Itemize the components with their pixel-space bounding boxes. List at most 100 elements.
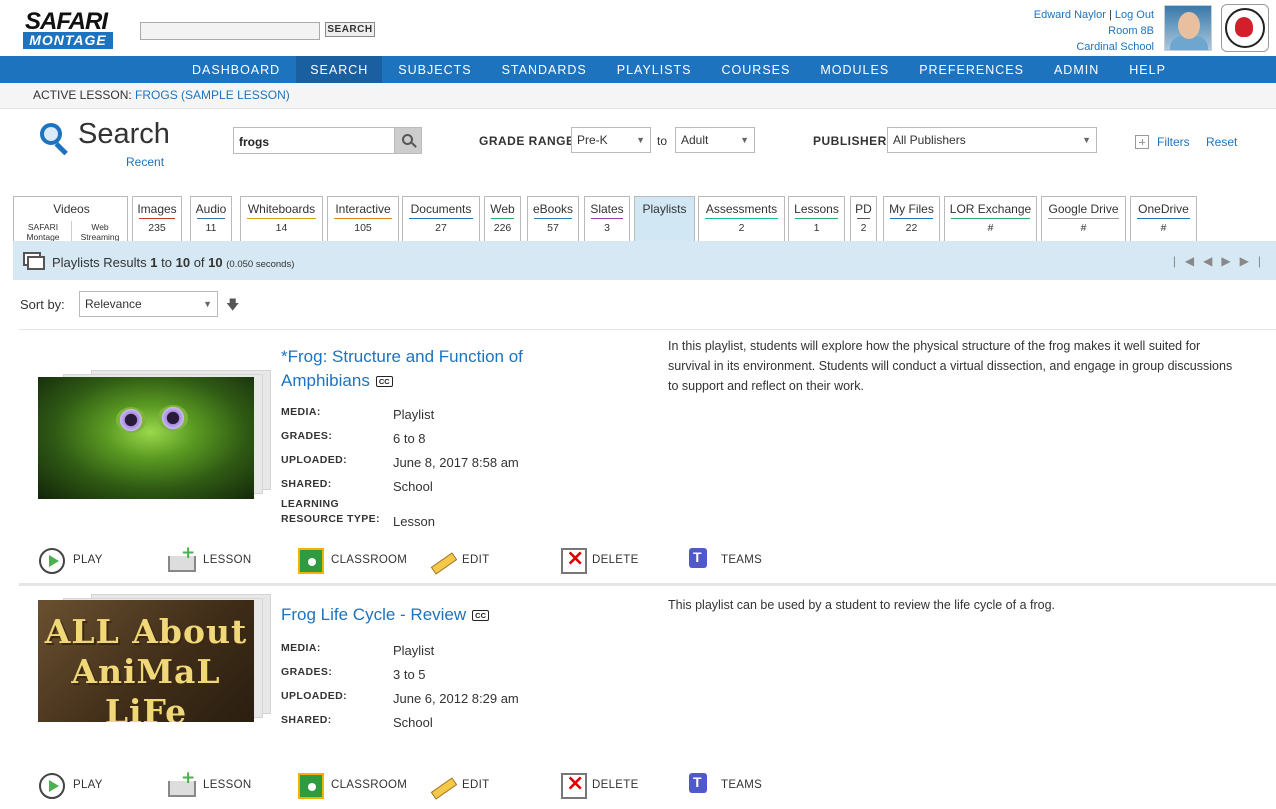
nav-standards[interactable]: STANDARDS xyxy=(488,56,601,83)
publisher-select[interactable]: All Publishers ▼ xyxy=(887,127,1097,153)
tab-web[interactable]: Web 226 xyxy=(484,196,521,241)
nav-modules[interactable]: MODULES xyxy=(806,56,903,83)
grade-to-select[interactable]: Adult ▼ xyxy=(675,127,755,153)
play-action[interactable]: PLAY xyxy=(39,773,143,801)
result-thumbnail[interactable]: ALL AboutAniMaLLiFe CycLes xyxy=(38,600,254,722)
teams-icon xyxy=(689,773,707,793)
lesson-action[interactable]: LESSON xyxy=(168,543,273,576)
user-links-separator: | xyxy=(1108,9,1112,21)
tab-underline xyxy=(951,218,1030,219)
chevron-down-icon: ▼ xyxy=(636,135,645,145)
play-action[interactable]: PLAY xyxy=(39,548,143,576)
tab-ebooks[interactable]: eBooks 57 xyxy=(527,196,579,241)
tab-underline xyxy=(591,218,623,219)
meta-value: 3 to 5 xyxy=(393,667,426,682)
search-input[interactable]: frogs xyxy=(233,127,395,154)
tab-onedrive[interactable]: OneDrive # xyxy=(1130,196,1197,241)
recent-link[interactable]: Recent xyxy=(126,155,164,169)
nav-playlists[interactable]: PLAYLISTS xyxy=(603,56,706,83)
tab-lor-exchange[interactable]: LOR Exchange # xyxy=(944,196,1037,241)
filters-toggle[interactable]: Filters xyxy=(1135,135,1190,149)
reset-link[interactable]: Reset xyxy=(1206,135,1237,149)
grade-from-select[interactable]: Pre-K ▼ xyxy=(571,127,651,153)
sort-direction-icon[interactable]: 🡇 xyxy=(226,296,239,318)
tab-audio[interactable]: Audio 11 xyxy=(190,196,232,241)
classroom-action[interactable]: CLASSROOM xyxy=(298,773,407,801)
tab-count: 226 xyxy=(493,222,512,234)
tab-count: 2 xyxy=(738,222,745,234)
user-name-link[interactable]: Edward Naylor xyxy=(1034,9,1106,21)
thumbnail-caption: AniMaL xyxy=(71,652,221,691)
nav-preferences[interactable]: PREFERENCES xyxy=(905,56,1038,83)
meta-label: GRADES: xyxy=(281,666,333,678)
delete-action[interactable]: DELETE xyxy=(561,546,662,576)
tab-lessons[interactable]: Lessons 1 xyxy=(788,196,845,241)
tab-count: # xyxy=(1160,222,1167,234)
tab-count: # xyxy=(1080,222,1087,234)
tab-slates[interactable]: Slates 3 xyxy=(584,196,630,241)
chevron-down-icon: ▼ xyxy=(203,299,212,309)
first-page-icon[interactable]: |◀ xyxy=(1173,254,1203,268)
edit-icon xyxy=(429,773,455,799)
pager: |◀◀▶▶| xyxy=(1173,254,1270,268)
logout-link[interactable]: Log Out xyxy=(1115,9,1154,21)
lesson-icon xyxy=(168,543,196,574)
tab-documents[interactable]: Documents 27 xyxy=(402,196,480,241)
tab-my-files[interactable]: My Files 22 xyxy=(883,196,940,241)
lesson-action[interactable]: LESSON xyxy=(168,768,273,801)
school-link[interactable]: Cardinal School xyxy=(1034,39,1154,55)
classroom-action[interactable]: CLASSROOM xyxy=(298,548,407,576)
tab-label: Interactive xyxy=(335,202,391,216)
result-title-link[interactable]: Frog Life Cycle - Review CC xyxy=(281,603,621,627)
tab-label: eBooks xyxy=(532,202,574,216)
tab-interactive[interactable]: Interactive 105 xyxy=(327,196,399,241)
play-label: PLAY xyxy=(73,554,103,566)
top-search-button[interactable]: SEARCH xyxy=(325,22,375,37)
tab-videos[interactable]: Videos SAFARI Montage Web Streaming xyxy=(13,196,128,242)
result-description: This playlist can be used by a student t… xyxy=(668,598,1056,612)
tab-videos-label: Videos xyxy=(53,202,90,216)
nav-dashboard[interactable]: DASHBOARD xyxy=(178,56,294,83)
edit-label: EDIT xyxy=(462,554,490,566)
prev-page-icon[interactable]: ◀ xyxy=(1203,254,1221,268)
last-page-icon[interactable]: ▶| xyxy=(1240,254,1270,268)
tab-playlists[interactable]: Playlists xyxy=(634,196,695,241)
teams-action[interactable]: TEAMS xyxy=(689,548,791,576)
tab-videos-web-streaming[interactable]: Web Streaming xyxy=(72,222,128,242)
logo-montage[interactable]: MONTAGE xyxy=(23,32,113,49)
sort-select[interactable]: Relevance ▼ xyxy=(79,291,218,317)
tab-assessments[interactable]: Assessments 2 xyxy=(698,196,785,241)
play-icon xyxy=(39,773,65,799)
classroom-icon xyxy=(298,773,324,799)
room-link[interactable]: Room 8B xyxy=(1034,23,1154,39)
search-submit-button[interactable] xyxy=(394,127,422,154)
result-title-link[interactable]: *Frog: Structure and Function of Amphibi… xyxy=(281,345,581,393)
teams-action[interactable]: TEAMS xyxy=(689,773,791,801)
next-page-icon[interactable]: ▶ xyxy=(1221,254,1239,268)
nav-subjects[interactable]: SUBJECTS xyxy=(384,56,485,83)
nav-admin[interactable]: ADMIN xyxy=(1040,56,1113,83)
tab-count: 235 xyxy=(148,222,166,234)
edit-action[interactable]: EDIT xyxy=(429,548,532,576)
result-thumbnail[interactable] xyxy=(38,377,254,499)
delete-action[interactable]: DELETE xyxy=(561,771,662,801)
meta-label: UPLOADED: xyxy=(281,454,348,466)
grade-range-label: GRADE RANGE: xyxy=(479,134,580,148)
tab-whiteboards[interactable]: Whiteboards 14 xyxy=(240,196,323,241)
meta-label: MEDIA: xyxy=(281,406,321,418)
active-lesson-link[interactable]: FROGS (SAMPLE LESSON) xyxy=(135,88,290,102)
nav-courses[interactable]: COURSES xyxy=(708,56,805,83)
nav-search[interactable]: SEARCH xyxy=(296,56,383,83)
top-search-input[interactable] xyxy=(140,22,320,40)
page-title: Search xyxy=(78,118,170,150)
tab-pd[interactable]: PD 2 xyxy=(850,196,877,241)
edit-label: EDIT xyxy=(462,779,490,791)
tab-videos-safari[interactable]: SAFARI Montage xyxy=(15,222,71,242)
tab-google-drive[interactable]: Google Drive # xyxy=(1041,196,1126,241)
play-label: PLAY xyxy=(73,779,103,791)
nav-help[interactable]: HELP xyxy=(1115,56,1180,83)
meta-value: 6 to 8 xyxy=(393,431,426,446)
edit-action[interactable]: EDIT xyxy=(429,773,532,801)
user-avatar[interactable] xyxy=(1164,5,1212,51)
tab-images[interactable]: Images 235 xyxy=(132,196,182,241)
